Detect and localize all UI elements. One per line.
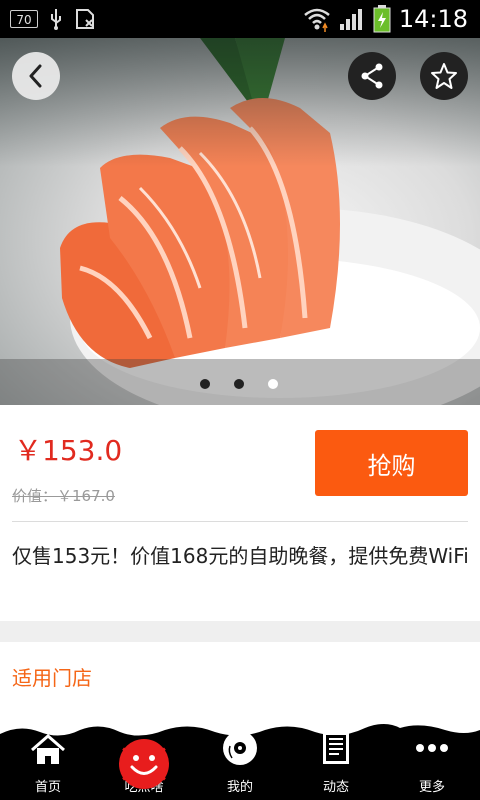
hero-image xyxy=(0,38,480,405)
status-bar: 70 14:18 xyxy=(0,0,480,38)
deal-card: ￥153.0 价值：￥167.0 抢购 仅售153元！价值168元的自助晚餐，提… xyxy=(0,405,480,621)
nav-item-more[interactable]: 更多 xyxy=(384,740,480,800)
stores-title[interactable]: 适用门店 xyxy=(12,662,92,691)
nav-label: 首页 xyxy=(34,780,61,795)
back-arrow-icon xyxy=(29,64,42,88)
home-icon xyxy=(31,734,65,764)
divider xyxy=(12,521,468,522)
carousel-dot[interactable] xyxy=(200,379,210,389)
original-price: 价值：￥167.0 xyxy=(12,487,115,505)
usb-icon xyxy=(51,9,61,30)
buy-button[interactable]: 抢购 xyxy=(315,430,468,496)
signal-icon xyxy=(339,9,362,30)
nav-item-feed[interactable]: 动态 xyxy=(288,732,384,800)
back-button[interactable] xyxy=(12,52,60,100)
carousel-dot-active[interactable] xyxy=(268,379,278,389)
share-button[interactable] xyxy=(348,52,396,100)
clock: 14:18 xyxy=(398,5,468,33)
nav-item-mine[interactable]: 我的 xyxy=(192,731,288,800)
nav-label: 我的 xyxy=(226,780,253,795)
sim-icon xyxy=(76,9,94,29)
nav-label: 动态 xyxy=(322,780,349,795)
star-icon xyxy=(431,63,457,89)
battery-icon xyxy=(373,5,391,33)
deal-description: 仅售153元！价值168元的自助晚餐，提供免费WiFi xyxy=(12,544,469,568)
carousel-indicator xyxy=(0,359,480,405)
disc-icon xyxy=(223,731,257,765)
deal-price: ￥153.0 xyxy=(14,434,123,467)
share-icon xyxy=(361,63,383,89)
favorite-button[interactable] xyxy=(420,52,468,100)
nav-item-home[interactable]: 首页 xyxy=(0,734,96,800)
nav-label: 更多 xyxy=(418,780,445,795)
notification-badge: 70 xyxy=(10,10,38,28)
bottom-nav: 首页 吃点啥 我的 动态 更多 xyxy=(0,731,480,800)
carousel-dot[interactable] xyxy=(234,379,244,389)
wifi-icon xyxy=(304,8,330,32)
more-icon xyxy=(416,744,448,752)
news-icon xyxy=(323,732,349,764)
smiley-icon[interactable] xyxy=(118,738,170,790)
